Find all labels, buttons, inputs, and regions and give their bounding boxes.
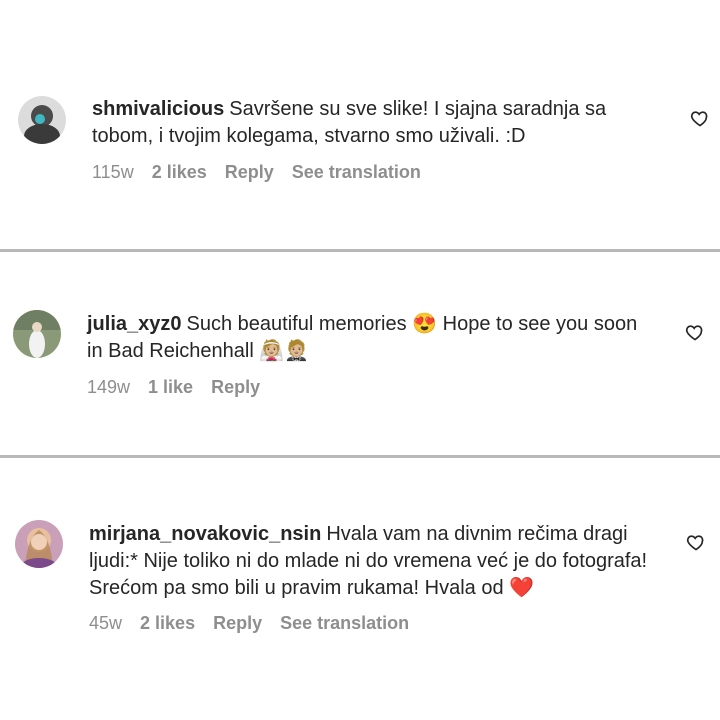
reply-button[interactable]: Reply bbox=[225, 162, 274, 183]
avatar[interactable] bbox=[18, 96, 66, 144]
see-translation-button[interactable]: See translation bbox=[280, 613, 409, 634]
comment-meta: 149w 1 like Reply bbox=[87, 377, 260, 398]
comment-likes-count[interactable]: 2 likes bbox=[140, 613, 195, 634]
heart-outline-icon[interactable] bbox=[685, 322, 705, 342]
comment-meta: 45w 2 likes Reply See translation bbox=[89, 613, 409, 634]
comment-username[interactable]: julia_xyz0 bbox=[87, 313, 182, 335]
comment-username[interactable]: shmivalicious bbox=[92, 98, 224, 120]
comment-timestamp[interactable]: 45w bbox=[89, 613, 122, 634]
comment-timestamp[interactable]: 149w bbox=[87, 377, 130, 398]
comment-likes-count[interactable]: 2 likes bbox=[152, 162, 207, 183]
heart-outline-icon[interactable] bbox=[690, 108, 710, 128]
divider bbox=[0, 455, 720, 458]
reply-button[interactable]: Reply bbox=[211, 377, 260, 398]
see-translation-button[interactable]: See translation bbox=[292, 162, 421, 183]
avatar[interactable] bbox=[13, 310, 61, 358]
heart-outline-icon[interactable] bbox=[686, 532, 706, 552]
comment-username[interactable]: mirjana_novakovic_nsin bbox=[89, 523, 321, 545]
comment-likes-count[interactable]: 1 like bbox=[148, 377, 193, 398]
divider bbox=[0, 249, 720, 252]
comment-meta: 115w 2 likes Reply See translation bbox=[92, 162, 421, 183]
avatar[interactable] bbox=[15, 520, 63, 568]
reply-button[interactable]: Reply bbox=[213, 613, 262, 634]
comment-timestamp[interactable]: 115w bbox=[92, 162, 134, 183]
